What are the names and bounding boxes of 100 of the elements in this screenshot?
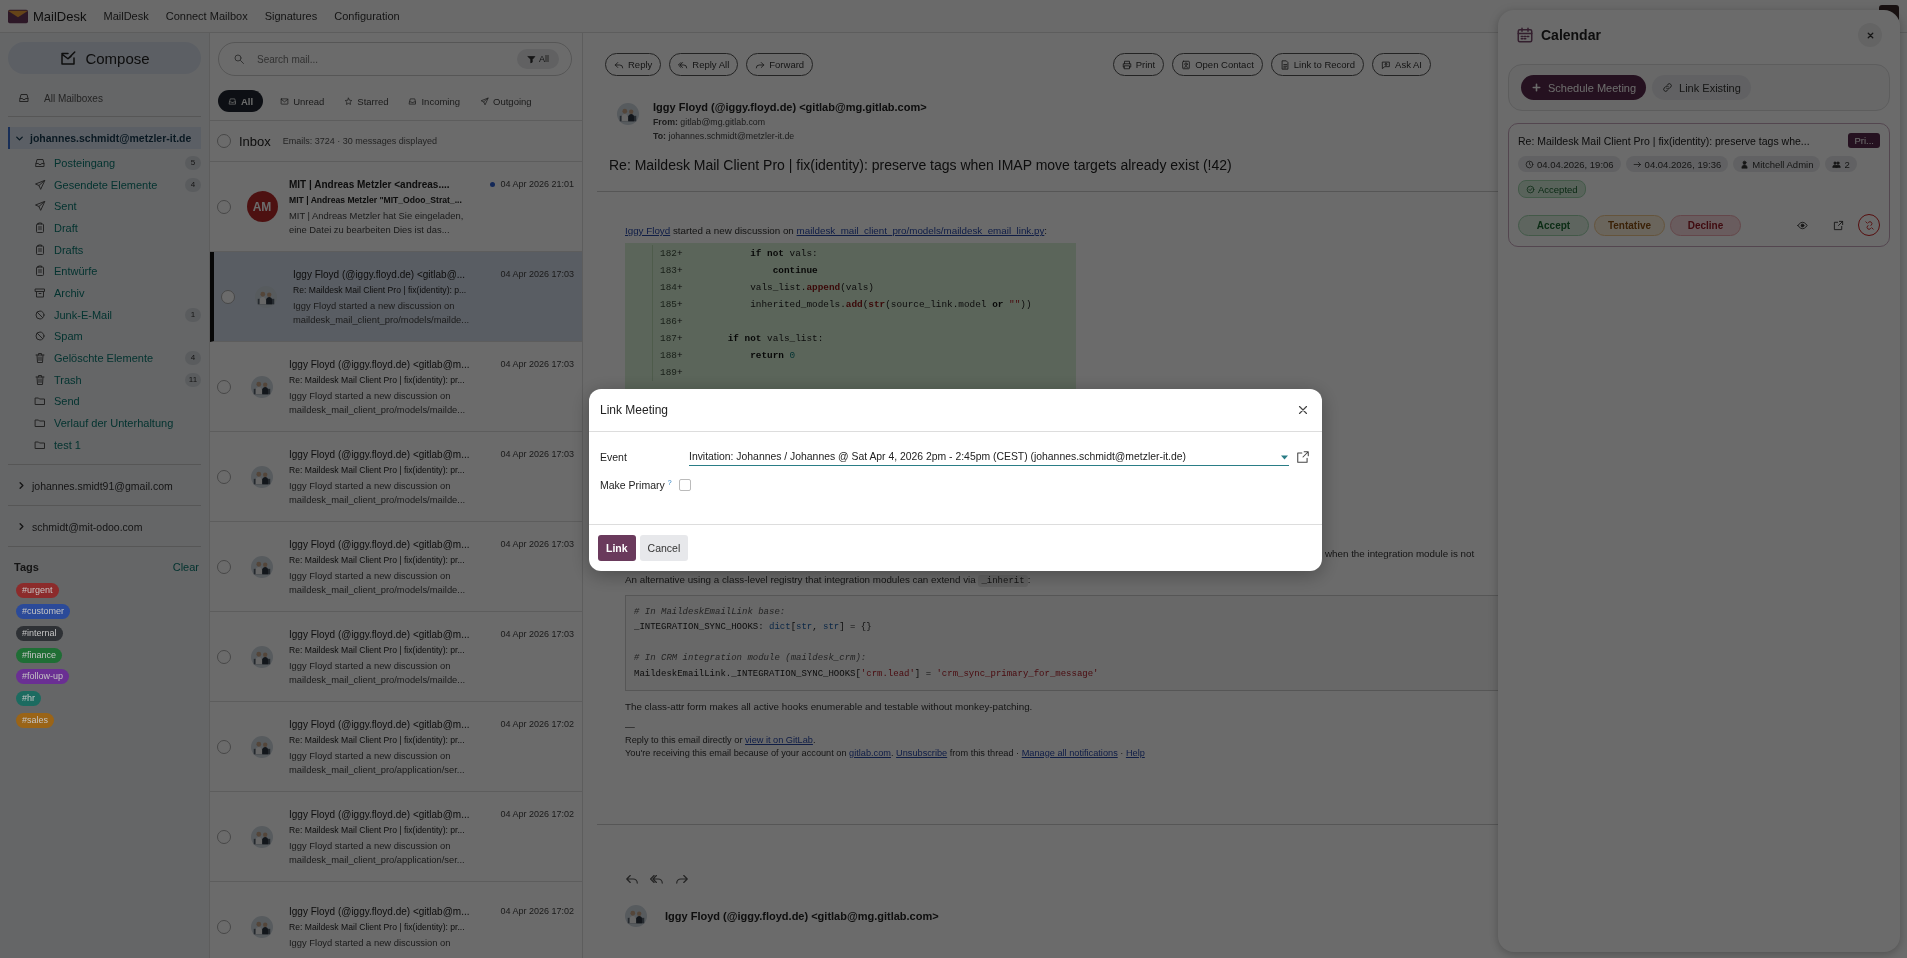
toolbar-button[interactable]: Forward xyxy=(746,53,814,76)
filter-tab[interactable]: All xyxy=(218,90,264,112)
filter-tab[interactable]: Unread xyxy=(277,90,328,112)
toolbar-button[interactable]: Open Contact xyxy=(1172,53,1263,76)
folder-item[interactable]: Posteingang 5 xyxy=(8,152,201,174)
response-button[interactable]: Tentative xyxy=(1594,214,1665,236)
folder-title: Inbox xyxy=(239,133,271,149)
folder-item[interactable]: Sent xyxy=(8,195,201,218)
message-preview: Iggy Floyd started a new discussion on xyxy=(289,479,452,491)
archive-box-icon xyxy=(34,286,46,299)
folder-item[interactable]: Entwürfe xyxy=(8,260,201,283)
folder-item[interactable]: Gelöschte Elemente 4 xyxy=(8,347,201,369)
message-item[interactable]: Iggy Floyd (@iggy.floyd.de) <gitlab@m... 04 Apr 2026 17:02 Re: Maildesk Mail Client Pro | fix(identity): pr... Iggy Floyd started a new discussion on xyxy=(210,882,582,958)
action-button[interactable]: Schedule Meeting xyxy=(1521,75,1647,100)
folder-icon xyxy=(34,438,46,451)
external-link-icon[interactable] xyxy=(1296,450,1310,464)
code-line: + if not vals_list: xyxy=(677,333,824,344)
select-checkbox[interactable] xyxy=(217,829,231,844)
footer-text: Reply to this email directly or view it on GitLab. xyxy=(625,734,817,745)
tag-chip[interactable]: #sales xyxy=(16,712,54,728)
account-item[interactable]: johannes.smidt91@gmail.com xyxy=(8,474,201,497)
message-item[interactable]: Iggy Floyd (@iggy.floyd.de) <gitlab@m... 04 Apr 2026 17:03 Re: Maildesk Mail Client Pro | fix(identity): pr... Iggy Floyd started a new discussion on maildesk_mail_client_pro/models/mailde... xyxy=(210,432,582,522)
folder-item[interactable]: Archiv xyxy=(8,282,201,304)
response-button[interactable]: Decline xyxy=(1670,214,1741,236)
folder-item[interactable]: test 1 xyxy=(8,433,201,456)
checkbox[interactable] xyxy=(678,479,691,491)
message-item[interactable]: Iggy Floyd (@iggy.floyd.de) <gitlab@m... 04 Apr 2026 17:03 Re: Maildesk Mail Client Pro | fix(identity): pr... Iggy Floyd started a new discussion on maildesk_mail_client_pro/models/mailde... xyxy=(210,522,582,612)
inbox-tray-icon xyxy=(408,96,418,106)
reply-all-icon xyxy=(678,59,689,70)
toolbar-button[interactable]: Reply xyxy=(605,53,662,76)
message-item[interactable]: Iggy Floyd (@iggy.floyd.de) <gitlab@m... 04 Apr 2026 17:03 Re: Maildesk Mail Client Pro | fix(identity): pr... Iggy Floyd started a new discussion on maildesk_mail_client_pro/models/mailde... xyxy=(210,342,582,432)
text-link[interactable]: Help xyxy=(1125,747,1145,758)
select-checkbox[interactable] xyxy=(217,919,231,934)
message-subject: Re: Maildesk Mail Client Pro | fix(identity): pr... xyxy=(289,374,466,385)
envelope-logo-icon xyxy=(8,8,28,24)
tag-chip[interactable]: #customer xyxy=(16,604,71,620)
link-button[interactable]: Link xyxy=(598,535,636,561)
folder-item[interactable]: Gesendete Elemente 4 xyxy=(8,173,201,196)
message-item[interactable]: Iggy Floyd (@iggy.floyd.de) <gitlab@... 04 Apr 2026 17:03 Re: Maildesk Mail Client Pro | fix(identity): p... Iggy Floyd started a new discussion on maildesk_mail_client_pro/models/mailde... xyxy=(210,252,582,342)
text-link[interactable]: gitlab.com xyxy=(849,747,891,758)
tag-chip[interactable]: #internal xyxy=(16,626,63,641)
toolbar-button[interactable]: Ask AI xyxy=(1372,53,1431,76)
tag-chip[interactable]: #finance xyxy=(16,647,63,663)
account-item[interactable]: schmidt@mit-odoo.com xyxy=(8,515,201,538)
cancel-button[interactable]: Cancel xyxy=(639,535,689,561)
response-button[interactable]: Accept xyxy=(1518,214,1589,236)
filter-tab[interactable]: Starred xyxy=(341,90,392,112)
message-item[interactable]: Iggy Floyd (@iggy.floyd.de) <gitlab@m... 04 Apr 2026 17:02 Re: Maildesk Mail Client Pro | fix(identity): pr... Iggy Floyd started a new discussion on maildesk_mail_client_pro/application/ser... xyxy=(210,702,582,792)
nav-menu-item[interactable]: Signatures xyxy=(264,10,318,22)
code-line: # In MaildeskEmailLink base: xyxy=(634,606,786,617)
select-checkbox[interactable] xyxy=(217,559,231,574)
field-label: Make Primary xyxy=(600,479,665,491)
nav-menu-item[interactable]: Configuration xyxy=(334,10,400,22)
text-link[interactable]: Unsubscribe xyxy=(896,747,948,758)
line-number: 189 xyxy=(659,367,677,378)
line-number: 187 xyxy=(659,333,677,344)
tag-chip[interactable]: #follow-up xyxy=(16,669,70,685)
sender-name: MIT | Andreas Metzler <andreas.... xyxy=(289,178,451,190)
trash-icon xyxy=(34,373,46,386)
message-preview: maildesk_mail_client_pro/models/mailde... xyxy=(289,493,467,505)
filter-button[interactable]: All xyxy=(517,49,559,69)
message-date: 04 Apr 2026 17:02 xyxy=(500,809,574,819)
tag-chip[interactable]: #urgent xyxy=(16,582,59,598)
folder-item[interactable]: Spam xyxy=(8,325,201,348)
folder-item[interactable]: Verlauf der Unterhaltung xyxy=(8,412,201,434)
text-link[interactable]: view it on GitLab xyxy=(745,734,813,745)
toolbar-button[interactable]: Link to Record xyxy=(1270,53,1365,76)
toolbar-button[interactable]: Reply All xyxy=(669,53,739,76)
all-mailboxes-item[interactable]: All Mailboxes xyxy=(8,88,201,117)
select-checkbox[interactable] xyxy=(217,469,231,484)
tag-chip[interactable]: #hr xyxy=(16,691,41,707)
folder-item[interactable]: Send xyxy=(8,390,201,413)
select-checkbox[interactable] xyxy=(217,739,231,754)
message-item[interactable]: Iggy Floyd (@iggy.floyd.de) <gitlab@m... 04 Apr 2026 17:03 Re: Maildesk Mail Client Pro | fix(identity): pr... Iggy Floyd started a new discussion on maildesk_mail_client_pro/models/mailde... xyxy=(210,612,582,702)
filter-tab[interactable]: Incoming xyxy=(405,90,464,112)
select-all-checkbox[interactable] xyxy=(217,134,231,148)
unlink-icon xyxy=(1863,219,1875,231)
event-title: Re: Maildesk Mail Client Pro | fix(identity): preserve tags whe... xyxy=(1518,134,1810,147)
account-item[interactable]: johannes.schmidt@metzler-it.de xyxy=(8,127,201,149)
filter-icon xyxy=(527,54,536,64)
select-checkbox[interactable] xyxy=(217,649,231,664)
filter-tab[interactable]: Outgoing xyxy=(477,90,535,112)
unread-dot xyxy=(490,181,496,187)
select-checkbox[interactable] xyxy=(217,199,231,214)
message-item[interactable]: Iggy Floyd (@iggy.floyd.de) <gitlab@m... 04 Apr 2026 17:02 Re: Maildesk Mail Client Pro | fix(identity): pr... Iggy Floyd started a new discussion on maildesk_mail_client_pro/application/ser... xyxy=(210,792,582,882)
nav-menu-item[interactable]: Connect Mailbox xyxy=(165,10,248,22)
check-circle-icon xyxy=(1526,184,1535,194)
clear-link[interactable]: Clear xyxy=(172,560,199,573)
folder-item[interactable]: Drafts xyxy=(8,238,201,261)
compose-button[interactable]: Compose xyxy=(8,42,201,74)
code-line: + xyxy=(677,316,683,327)
select-checkbox[interactable] xyxy=(217,379,231,394)
toolbar-button[interactable]: Print xyxy=(1112,53,1165,76)
primary-badge: Pri... xyxy=(1848,133,1880,148)
folder-item[interactable]: Draft xyxy=(8,217,201,239)
nav-menu-item[interactable]: MailDesk xyxy=(103,10,149,22)
text-link[interactable]: Iggy Floyd xyxy=(625,225,671,236)
action-button[interactable]: Link Existing xyxy=(1652,75,1751,100)
text-link[interactable]: Manage all notifications xyxy=(1021,747,1118,758)
select-checkbox[interactable] xyxy=(221,289,235,304)
